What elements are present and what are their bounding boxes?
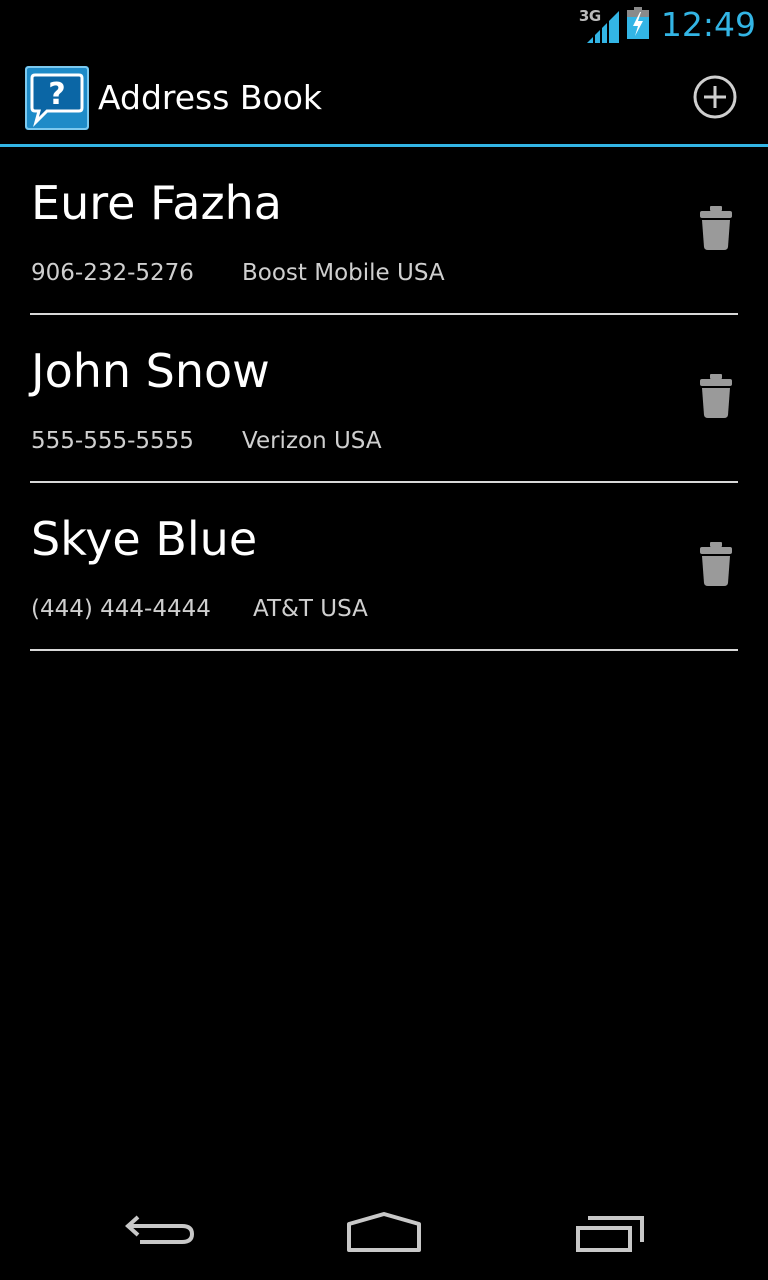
trash-icon: [700, 542, 732, 586]
trash-icon: [700, 374, 732, 418]
back-icon: [125, 1215, 195, 1244]
delete-contact-button[interactable]: [698, 203, 734, 253]
contact-phone: 555-555-5555: [31, 428, 194, 454]
navigation-bar: [0, 1184, 768, 1280]
recent-apps-button[interactable]: [560, 1204, 660, 1260]
contact-row[interactable]: John Snow 555-555-5555 Verizon USA: [30, 315, 738, 483]
action-bar: ? Address Book: [0, 50, 768, 147]
question-speech-bubble-icon: ?: [25, 66, 89, 130]
contact-row[interactable]: Eure Fazha 906-232-5276 Boost Mobile USA: [30, 147, 738, 315]
signal-strength-icon: 3G: [579, 7, 619, 43]
contact-phone: (444) 444-4444: [31, 596, 211, 622]
add-circle-icon: [693, 75, 737, 119]
contact-phone: 906-232-5276: [31, 260, 194, 286]
add-contact-button[interactable]: [690, 72, 740, 122]
battery-charging-icon: [626, 7, 649, 43]
trash-icon: [700, 206, 732, 250]
svg-text:?: ?: [48, 77, 65, 112]
back-button[interactable]: [110, 1204, 210, 1260]
recent-apps-icon: [576, 1216, 644, 1252]
contact-carrier: Boost Mobile USA: [242, 260, 445, 286]
contact-carrier: AT&T USA: [253, 596, 368, 622]
home-button[interactable]: [334, 1204, 434, 1260]
status-bar: 3G 12:49: [0, 0, 768, 50]
contact-row[interactable]: Skye Blue (444) 444-4444 AT&T USA: [30, 483, 738, 651]
home-icon: [347, 1212, 421, 1252]
delete-contact-button[interactable]: [698, 371, 734, 421]
contact-list: Eure Fazha 906-232-5276 Boost Mobile USA…: [0, 147, 768, 651]
contact-name: Skye Blue: [31, 512, 258, 566]
clock: 12:49: [660, 5, 756, 44]
contact-name: John Snow: [31, 344, 270, 398]
app-title: Address Book: [98, 78, 323, 117]
screen: 3G 12:49 ? Address Book Eure Fazha 906-2…: [0, 0, 768, 1280]
delete-contact-button[interactable]: [698, 539, 734, 589]
contact-carrier: Verizon USA: [242, 428, 382, 454]
status-icons: 3G 12:49: [579, 0, 756, 50]
contact-name: Eure Fazha: [31, 176, 282, 230]
